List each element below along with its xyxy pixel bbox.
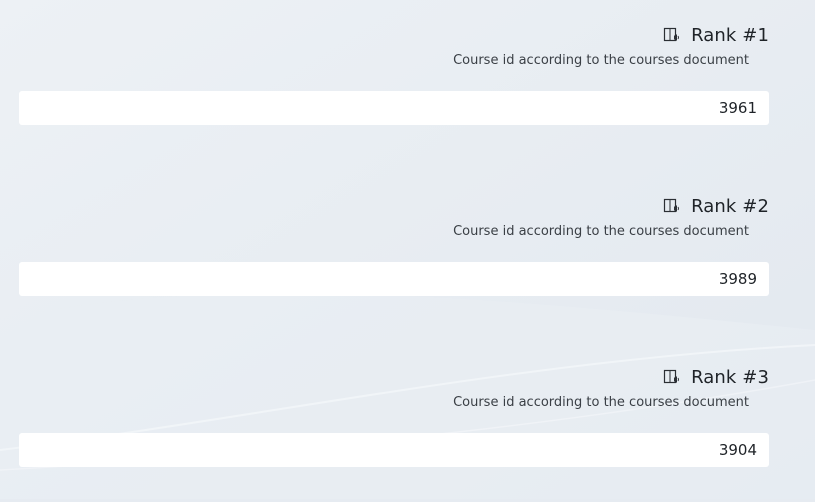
question-description: Course id according to the courses docum… [453, 53, 749, 68]
question-title: Rank #2 [691, 195, 769, 217]
question-rank-2: Rank #2 Course id according to the cours… [0, 191, 815, 331]
question-header: Rank #2 [663, 195, 769, 217]
course-id-input[interactable] [19, 433, 769, 467]
question-description: Course id according to the courses docum… [453, 224, 749, 239]
question-header: Rank #1 [663, 24, 769, 46]
course-id-input[interactable] [19, 262, 769, 296]
audio-book-icon[interactable] [663, 368, 681, 386]
question-rank-1: Rank #1 Course id according to the cours… [0, 20, 815, 160]
question-title: Rank #3 [691, 366, 769, 388]
question-header: Rank #3 [663, 366, 769, 388]
question-title: Rank #1 [691, 24, 769, 46]
course-id-input[interactable] [19, 91, 769, 125]
question-description: Course id according to the courses docum… [453, 395, 749, 410]
audio-book-icon[interactable] [663, 26, 681, 44]
audio-book-icon[interactable] [663, 197, 681, 215]
question-rank-3: Rank #3 Course id according to the cours… [0, 362, 815, 502]
